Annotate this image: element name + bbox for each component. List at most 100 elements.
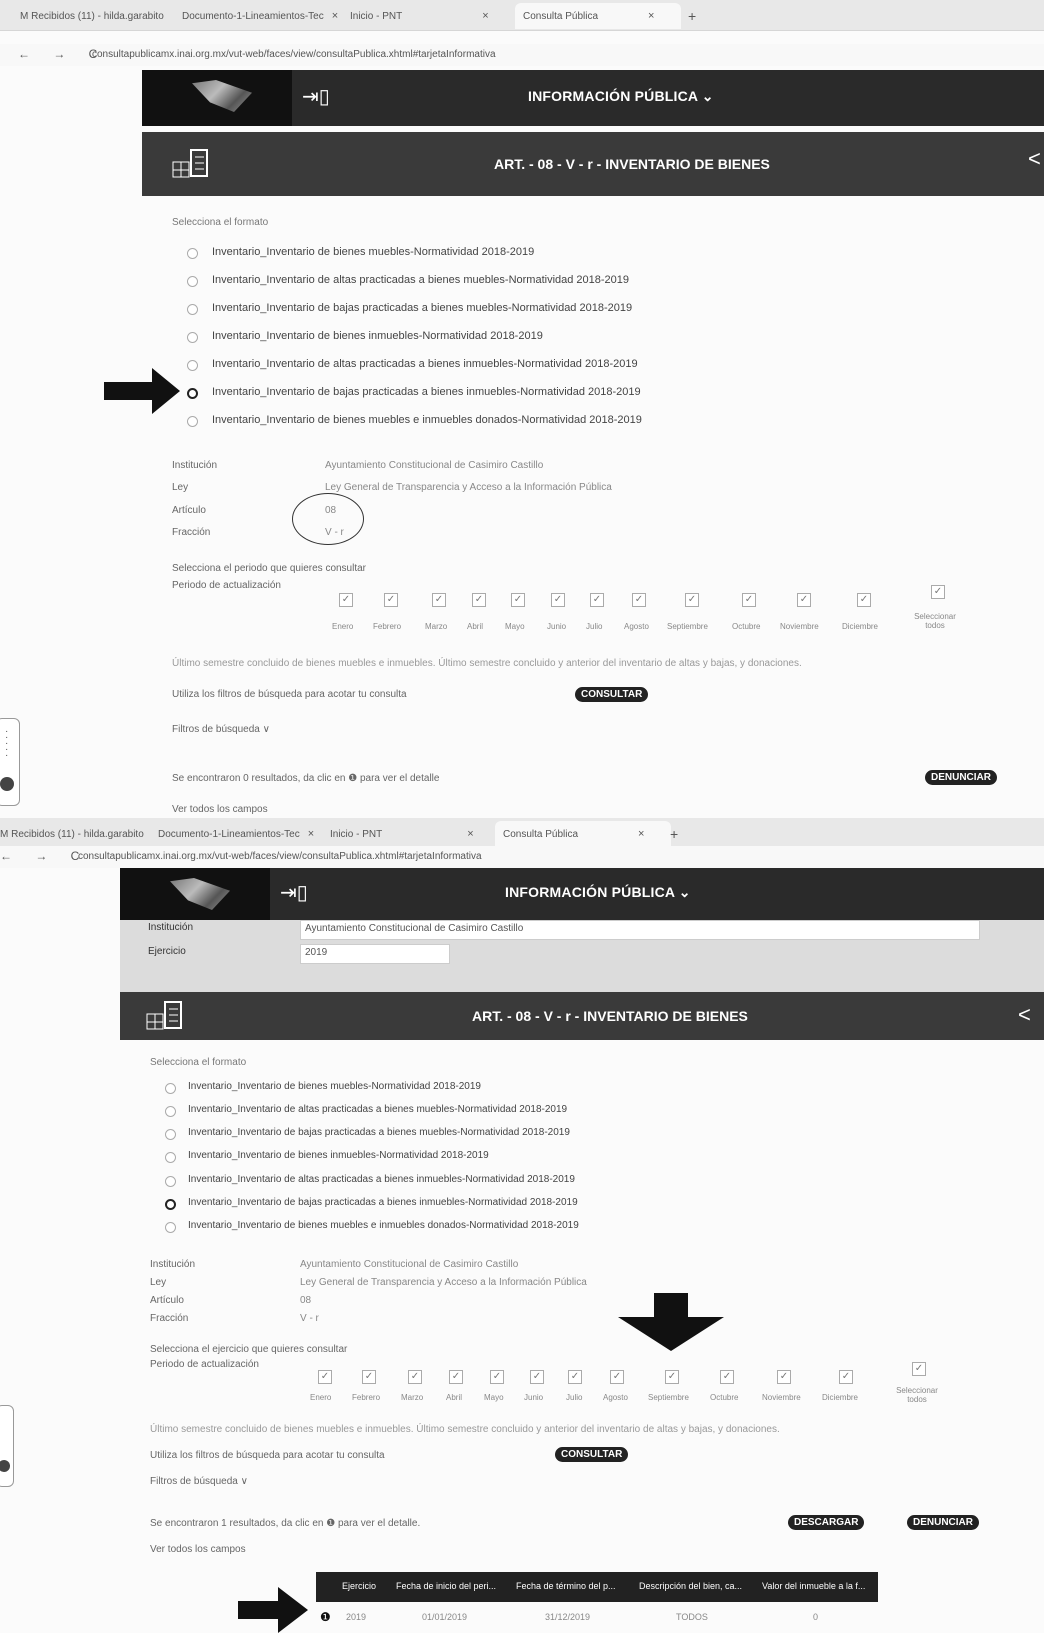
format-radio[interactable] — [165, 1222, 176, 1233]
month-checkbox[interactable]: ✓ — [839, 1370, 853, 1384]
month-checkbox[interactable]: ✓ — [408, 1370, 422, 1384]
col-fecha-inicio[interactable]: Fecha de inicio del peri... — [396, 1581, 496, 1591]
month-checkbox[interactable]: ✓ — [551, 593, 565, 607]
month-checkbox[interactable]: ✓ — [590, 593, 604, 607]
tab-documento[interactable]: Documento-1-Lineamientos-Tec × — [158, 821, 323, 847]
new-tab-button[interactable]: + — [670, 821, 678, 847]
month-checkbox[interactable]: ✓ — [777, 1370, 791, 1384]
close-icon[interactable]: × — [638, 828, 644, 840]
format-option[interactable]: Inventario_Inventario de bienes inmueble… — [188, 1150, 489, 1161]
nav-buttons[interactable]: ← → C — [0, 849, 89, 863]
close-icon[interactable]: × — [467, 828, 473, 840]
page-title[interactable]: INFORMACIÓN PÚBLICA ⌄ — [528, 88, 714, 105]
logo[interactable] — [142, 70, 292, 126]
select-all-checkbox[interactable]: ✓ — [912, 1362, 926, 1376]
format-radio[interactable] — [165, 1106, 176, 1117]
close-icon[interactable]: × — [308, 828, 314, 840]
format-radio[interactable] — [165, 1176, 176, 1187]
tab-consulta[interactable]: Consulta Pública × — [495, 821, 671, 847]
month-checkbox[interactable]: ✓ — [490, 1370, 504, 1384]
format-radio-selected[interactable] — [165, 1199, 176, 1210]
format-option-selected[interactable]: Inventario_Inventario de bajas practicad… — [188, 1197, 578, 1208]
format-radio[interactable] — [187, 360, 198, 371]
month-checkbox[interactable]: ✓ — [797, 593, 811, 607]
detail-icon[interactable]: ❶ — [320, 1610, 331, 1624]
month-checkbox[interactable]: ✓ — [857, 593, 871, 607]
col-ejercicio[interactable]: Ejercicio — [342, 1581, 376, 1591]
format-option[interactable]: Inventario_Inventario de bienes muebles … — [212, 414, 642, 426]
format-radio-selected[interactable] — [187, 388, 198, 399]
month-checkbox[interactable]: ✓ — [511, 593, 525, 607]
format-radio[interactable] — [187, 248, 198, 259]
format-option[interactable]: Inventario_Inventario de bienes muebles-… — [212, 246, 534, 258]
month-checkbox[interactable]: ✓ — [742, 593, 756, 607]
format-option[interactable]: Inventario_Inventario de bienes muebles-… — [188, 1081, 481, 1092]
institucion-select[interactable]: Ayuntamiento Constitucional de Casimiro … — [300, 920, 980, 940]
month-checkbox[interactable]: ✓ — [632, 593, 646, 607]
close-icon[interactable]: × — [482, 10, 488, 22]
format-option[interactable]: Inventario_Inventario de altas practicad… — [212, 274, 629, 286]
format-radio[interactable] — [165, 1129, 176, 1140]
month-checkbox[interactable]: ✓ — [610, 1370, 624, 1384]
month-checkbox[interactable]: ✓ — [472, 593, 486, 607]
side-widget-2[interactable] — [0, 1405, 14, 1487]
close-icon[interactable]: × — [332, 10, 338, 22]
tab-pnt[interactable]: Inicio - PNT × — [330, 821, 490, 847]
format-radio[interactable] — [165, 1152, 176, 1163]
tab-pnt[interactable]: Inicio - PNT × — [350, 3, 500, 29]
month-checkbox[interactable]: ✓ — [530, 1370, 544, 1384]
table-row[interactable]: ❶ 2019 01/01/2019 31/12/2019 TODOS 0 — [316, 1610, 878, 1628]
consultar-button[interactable]: CONSULTAR — [575, 687, 649, 702]
format-option[interactable]: Inventario_Inventario de bajas practicad… — [212, 302, 632, 314]
format-option[interactable]: Inventario_Inventario de bienes inmueble… — [212, 330, 543, 342]
format-radio[interactable] — [187, 332, 198, 343]
new-tab-button[interactable]: + — [688, 3, 696, 29]
login-icon[interactable]: ⇥▯ — [302, 84, 330, 109]
ver-todos-link[interactable]: Ver todos los campos — [150, 1544, 246, 1555]
tab-gmail[interactable]: M Recibidos (11) - hilda.garabito × — [20, 3, 170, 29]
month-checkbox[interactable]: ✓ — [720, 1370, 734, 1384]
month-checkbox[interactable]: ✓ — [568, 1370, 582, 1384]
select-all-checkbox[interactable]: ✓ — [931, 585, 945, 599]
col-fecha-termino[interactable]: Fecha de término del p... — [516, 1581, 616, 1591]
tab-consulta[interactable]: Consulta Pública × — [515, 3, 681, 29]
tab-documento[interactable]: Documento-1-Lineamientos-Tec × — [182, 3, 342, 29]
month-checkbox[interactable]: ✓ — [665, 1370, 679, 1384]
col-descripcion[interactable]: Descripción del bien, ca... — [639, 1581, 742, 1591]
format-option[interactable]: Inventario_Inventario de bienes muebles … — [188, 1220, 579, 1231]
format-radio[interactable] — [187, 276, 198, 287]
descargar-button[interactable]: DESCARGAR — [788, 1515, 865, 1530]
format-option-selected[interactable]: Inventario_Inventario de bajas practicad… — [212, 386, 641, 398]
logo[interactable] — [120, 868, 270, 920]
month-checkbox[interactable]: ✓ — [384, 593, 398, 607]
ejercicio-select[interactable]: 2019 — [300, 944, 450, 964]
url-field[interactable]: consultapublicamx.inai.org.mx/vut-web/fa… — [78, 851, 482, 862]
page-title[interactable]: INFORMACIÓN PÚBLICA ⌄ — [505, 884, 691, 901]
month-checkbox[interactable]: ✓ — [685, 593, 699, 607]
url-field[interactable]: consultapublicamx.inai.org.mx/vut-web/fa… — [92, 49, 496, 60]
month-checkbox[interactable]: ✓ — [339, 593, 353, 607]
filters-toggle[interactable]: Filtros de búsqueda ∨ — [172, 724, 270, 735]
month-checkbox[interactable]: ✓ — [318, 1370, 332, 1384]
filters-toggle[interactable]: Filtros de búsqueda ∨ — [150, 1476, 248, 1487]
col-valor[interactable]: Valor del inmueble a la f... — [762, 1581, 865, 1591]
format-radio[interactable] — [187, 304, 198, 315]
side-widget-1[interactable]: · · · · · — [0, 718, 20, 806]
format-option[interactable]: Inventario_Inventario de altas practicad… — [212, 358, 638, 370]
month-checkbox[interactable]: ✓ — [362, 1370, 376, 1384]
share-icon[interactable]: < — [1028, 146, 1041, 172]
format-radio[interactable] — [165, 1083, 176, 1094]
close-icon[interactable]: × — [648, 10, 654, 22]
format-option[interactable]: Inventario_Inventario de altas practicad… — [188, 1174, 575, 1185]
denunciar-button[interactable]: DENUNCIAR — [925, 770, 997, 785]
login-icon[interactable]: ⇥▯ — [280, 880, 308, 905]
ver-todos-link[interactable]: Ver todos los campos — [172, 804, 268, 815]
consultar-button[interactable]: CONSULTAR — [555, 1447, 629, 1462]
tab-gmail[interactable]: M Recibidos (11) - hilda.garabito × — [0, 821, 150, 847]
denunciar-button[interactable]: DENUNCIAR — [907, 1515, 979, 1530]
month-checkbox[interactable]: ✓ — [432, 593, 446, 607]
format-option[interactable]: Inventario_Inventario de bajas practicad… — [188, 1127, 570, 1138]
format-option[interactable]: Inventario_Inventario de altas practicad… — [188, 1104, 567, 1115]
share-icon[interactable]: < — [1018, 1002, 1031, 1028]
month-checkbox[interactable]: ✓ — [449, 1370, 463, 1384]
